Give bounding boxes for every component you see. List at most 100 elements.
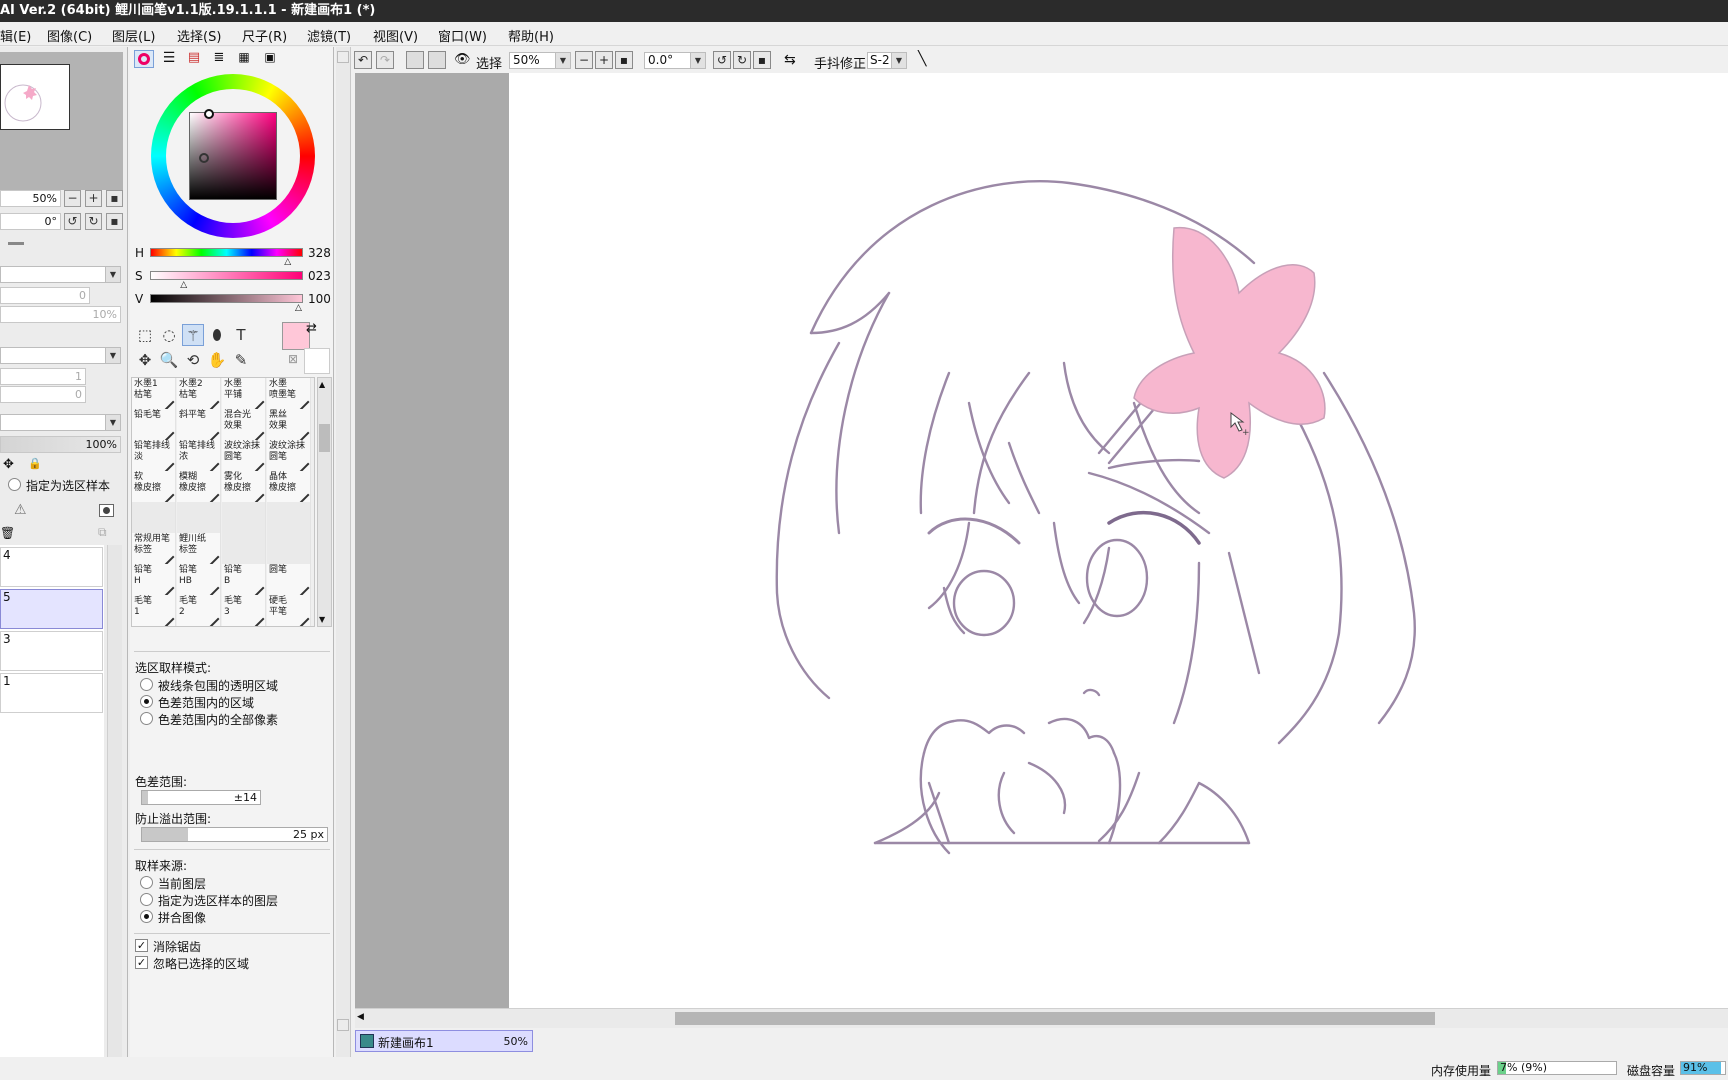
brush-slot[interactable]: 铅笔排线 浓 — [177, 440, 221, 473]
deselect-button[interactable] — [406, 51, 424, 69]
antialias-checkbox[interactable]: ✓ — [135, 939, 148, 952]
text-icon[interactable]: T — [230, 324, 252, 346]
menu-item-6[interactable]: 视图(V) — [373, 26, 418, 45]
swap-colors-icon[interactable]: ⇄ — [306, 321, 317, 336]
brush-slot[interactable]: 硬毛 平笔 — [267, 595, 311, 626]
merge-icon[interactable]: ⧉ — [98, 525, 107, 540]
trash-icon[interactable]: 🗑 — [0, 526, 15, 540]
source-radio[interactable] — [140, 910, 153, 923]
ignore-selected-checkbox[interactable]: ✓ — [135, 956, 148, 969]
rotate-left-button[interactable]: ↺ — [64, 213, 81, 230]
brush-slot[interactable]: 晶体 橡皮擦 — [267, 471, 311, 504]
mask-icon[interactable] — [99, 504, 114, 517]
zoom-in-button[interactable]: + — [85, 190, 102, 207]
rgb-slider-tab[interactable]: ☰ — [159, 50, 179, 68]
brush-slot[interactable]: 鲤川纸 标签 — [177, 533, 221, 566]
invert-selection-button[interactable] — [428, 51, 446, 69]
layer-field-3[interactable]: 1 — [0, 368, 86, 385]
transparent-color-icon[interactable]: ⊠ — [282, 352, 304, 370]
new-layer-icon[interactable]: ⚠ — [14, 502, 27, 518]
menu-item-1[interactable]: 图像(C) — [47, 26, 92, 45]
menu-item-3[interactable]: 选择(S) — [177, 26, 221, 45]
rotate-icon[interactable]: ⟲ — [182, 349, 204, 371]
undo-button[interactable]: ↶ — [354, 51, 372, 69]
menu-item-7[interactable]: 窗口(W) — [438, 26, 487, 45]
zoom-out-button[interactable]: − — [64, 190, 81, 207]
angle-select[interactable]: 0.0° ▼ — [644, 52, 706, 69]
layer-field-2[interactable]: 10% — [0, 306, 121, 323]
brush-slot[interactable] — [222, 533, 266, 566]
saturation-slider[interactable] — [150, 271, 303, 280]
zoom-icon[interactable]: 🔍 — [158, 349, 180, 371]
navigator-preview[interactable] — [0, 52, 123, 190]
brush-slot[interactable]: 铅笔 H — [132, 564, 176, 597]
brush-slot[interactable]: 水墨 喷墨笔 — [267, 378, 311, 411]
sv-marker[interactable] — [204, 109, 214, 119]
brush-slot[interactable]: 铅笔 B — [222, 564, 266, 597]
document-tab[interactable]: 新建画布1 50% — [355, 1030, 533, 1052]
secondary-color-swatch[interactable] — [304, 348, 330, 374]
color-wheel-tab[interactable] — [134, 50, 154, 68]
redo-button[interactable]: ↷ — [376, 51, 394, 69]
rect-select-icon[interactable]: ⬚ — [134, 324, 156, 346]
layer-mode-select[interactable]: ▼ — [0, 414, 121, 431]
brush-slot[interactable]: 圆笔 — [267, 564, 311, 597]
canvas-zoom-in-button[interactable]: + — [595, 51, 613, 69]
layer-field-1[interactable]: 0 — [0, 287, 90, 304]
canvas-hscrollbar[interactable]: ◀ — [355, 1008, 1728, 1028]
mode-radio[interactable] — [140, 712, 153, 725]
brush-slot[interactable] — [177, 502, 221, 535]
source-radio[interactable] — [140, 893, 153, 906]
hue-ring[interactable] — [151, 74, 315, 238]
move-layer-icon[interactable]: ✥ — [3, 457, 14, 472]
brush-slot[interactable] — [267, 533, 311, 566]
canvas-zoom-reset-button[interactable]: ▪ — [615, 51, 633, 69]
source-radio[interactable] — [140, 876, 153, 889]
brush-slot[interactable]: 波纹涂抹 圆笔 — [222, 440, 266, 473]
eyedropper-icon[interactable]: ✎ — [230, 349, 252, 371]
eye-icon[interactable]: 👁 — [454, 52, 471, 67]
rotate-right-button[interactable]: ↻ — [85, 213, 102, 230]
brush-slot[interactable]: 常规用笔 标签 — [132, 533, 176, 566]
navigator-angle-field[interactable]: 0° — [0, 213, 61, 230]
hue-slider[interactable] — [150, 248, 303, 257]
zoom-select[interactable]: 50% ▼ — [509, 52, 571, 69]
layer-scrollbar[interactable] — [107, 545, 122, 1080]
mode-radio[interactable] — [140, 678, 153, 691]
brush-slot[interactable]: 毛笔 2 — [177, 595, 221, 626]
sample-layer-radio[interactable] — [8, 478, 21, 491]
canvas-rotate-left-button[interactable]: ↺ — [713, 51, 731, 69]
brush-slot[interactable]: 雾化 橡皮擦 — [222, 471, 266, 504]
hue-marker[interactable] — [199, 153, 209, 163]
brush-slot[interactable]: 斜平笔 — [177, 409, 221, 442]
canvas-zoom-out-button[interactable]: − — [575, 51, 593, 69]
brush-slot[interactable]: 水墨2 枯笔 — [177, 378, 221, 411]
bucket-icon[interactable]: ⬮ — [206, 324, 228, 346]
layer-row[interactable]: 1 — [0, 673, 103, 713]
brush-slot[interactable]: 毛笔 1 — [132, 595, 176, 626]
menu-item-0[interactable]: 辑(E) — [0, 26, 31, 45]
menu-item-8[interactable]: 帮助(H) — [508, 26, 554, 45]
overflow-slider[interactable]: 25 px — [141, 827, 328, 842]
menu-item-2[interactable]: 图层(L) — [112, 26, 155, 45]
canvas-rotate-right-button[interactable]: ↻ — [733, 51, 751, 69]
navigator-zoom-field[interactable]: 50% — [0, 190, 61, 207]
flip-horizontal-icon[interactable]: ⇆ — [784, 52, 796, 68]
menu-item-4[interactable]: 尺子(R) — [242, 26, 287, 45]
brush-slot[interactable]: 水墨 平铺 — [222, 378, 266, 411]
move-icon[interactable]: ✥ — [134, 349, 156, 371]
layer-row[interactable]: 5 — [0, 589, 103, 629]
layer-field-4[interactable]: 0 — [0, 386, 86, 403]
panel-scrollbar[interactable] — [336, 47, 351, 1057]
brush-slot[interactable]: 铅毛笔 — [132, 409, 176, 442]
value-slider[interactable] — [150, 294, 303, 303]
mode-radio[interactable] — [140, 695, 153, 708]
brush-slot[interactable]: 模糊 橡皮擦 — [177, 471, 221, 504]
canvas-rotate-reset-button[interactable]: ▪ — [753, 51, 771, 69]
zoom-reset-button[interactable]: ▪ — [106, 190, 123, 207]
brush-slot[interactable] — [222, 502, 266, 535]
layer-opacity-field[interactable]: 100% — [0, 436, 121, 453]
drawing-canvas[interactable]: + — [509, 73, 1728, 1008]
brush-slot[interactable]: 铅笔 HB — [177, 564, 221, 597]
hand-icon[interactable]: ✋ — [206, 349, 228, 371]
